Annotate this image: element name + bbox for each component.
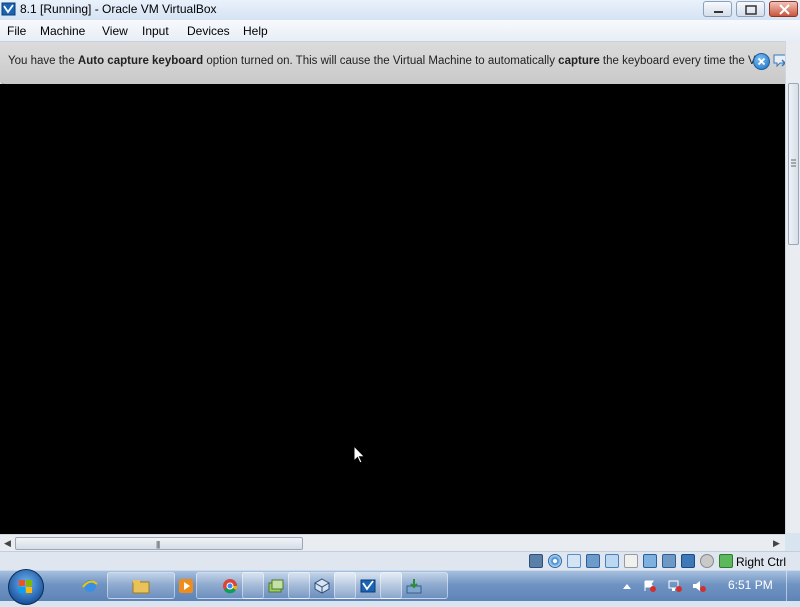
video-capture-icon[interactable] [662, 554, 676, 568]
menu-machine[interactable]: Machine [40, 24, 85, 38]
close-icon [779, 4, 790, 15]
show-hidden-icons-icon[interactable] [620, 580, 634, 592]
action-center-icon[interactable] [643, 580, 657, 592]
mouse-integration-icon[interactable] [700, 554, 714, 568]
taskbar-downloads[interactable] [380, 572, 448, 599]
notice-bold-text: Auto capture keyboard [77, 55, 204, 67]
minimize-icon [714, 11, 723, 13]
hard-disk-icon[interactable] [529, 554, 543, 568]
menu-view[interactable]: View [102, 24, 128, 38]
virtualbox-vm-icon [360, 579, 376, 593]
notice-close-button[interactable] [753, 53, 770, 70]
horizontal-scrollbar[interactable]: ◀ ||| ▶ [0, 534, 785, 552]
internet-explorer-icon [82, 580, 98, 592]
network-folder-icon [268, 579, 284, 593]
vertical-scrollbar[interactable] [785, 41, 800, 533]
virtualbox-manager-icon [314, 578, 330, 594]
keyboard-capture-icon[interactable] [719, 554, 733, 568]
taskbar-clock[interactable]: 6:51 PM [728, 578, 773, 592]
notice-bold-text: capture [558, 55, 600, 67]
media-player-icon [179, 579, 193, 593]
shared-folders-icon[interactable] [624, 554, 638, 568]
virtualization-icon[interactable] [681, 554, 695, 568]
notice-text-part: option turned on. This will cause the Vi… [203, 55, 559, 67]
windows-taskbar: 6:51 PM [0, 569, 800, 605]
virtualbox-icon [1, 2, 16, 16]
notice-message: You have the Auto capture keyboard optio… [8, 55, 765, 67]
horizontal-scroll-thumb[interactable]: ||| [15, 537, 303, 550]
volume-icon[interactable] [692, 580, 706, 592]
restore-icon [745, 5, 757, 15]
menu-file[interactable]: File [7, 24, 26, 38]
windows-logo-icon [19, 580, 32, 593]
file-explorer-icon [132, 580, 150, 594]
notice-text-part: You have the [8, 55, 78, 67]
scroll-right-icon[interactable]: ▶ [773, 538, 780, 549]
vm-status-bar: Right Ctrl [0, 551, 800, 571]
menu-input[interactable]: Input [142, 24, 169, 38]
host-key-label: Right Ctrl [736, 555, 787, 569]
window-title: 8.1 [Running] - Oracle VM VirtualBox [20, 2, 217, 16]
vertical-scroll-thumb[interactable] [788, 83, 799, 245]
grip-icon [791, 159, 796, 167]
close-button[interactable] [769, 1, 798, 17]
menu-bar: File Machine View Input Devices Help [0, 20, 800, 42]
title-bar[interactable]: 8.1 [Running] - Oracle VM VirtualBox [0, 0, 800, 20]
maximize-button[interactable] [736, 1, 765, 17]
downloads-icon [406, 579, 422, 594]
audio-icon[interactable] [567, 554, 581, 568]
menu-help[interactable]: Help [243, 24, 268, 38]
menu-devices[interactable]: Devices [187, 24, 230, 38]
usb-icon[interactable] [605, 554, 619, 568]
display-icon[interactable] [643, 554, 657, 568]
show-desktop-button[interactable] [786, 571, 800, 601]
minimize-button[interactable] [703, 1, 732, 17]
optical-drive-icon[interactable] [548, 554, 562, 568]
network-icon[interactable] [586, 554, 600, 568]
scroll-left-icon[interactable]: ◀ [4, 538, 11, 549]
close-icon [757, 57, 766, 66]
notice-text-part: the keyboard every time the VM [599, 55, 766, 67]
network-status-icon[interactable] [668, 580, 682, 592]
vm-display[interactable] [0, 84, 785, 534]
mouse-pointer-icon [353, 445, 366, 464]
chrome-icon [223, 579, 238, 594]
grip-icon: ||| [156, 540, 160, 549]
auto-capture-notice: You have the Auto capture keyboard optio… [0, 42, 797, 85]
